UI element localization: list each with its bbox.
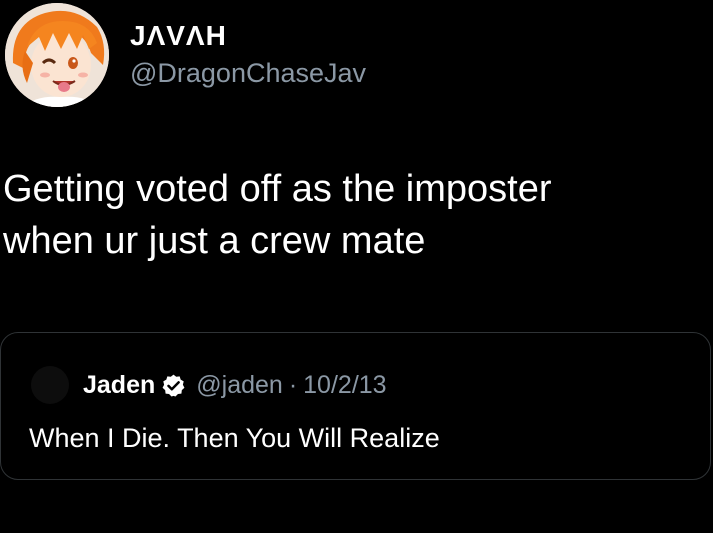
tweet: JΛVΛH @DragonChaseJav Getting voted off … [0,0,713,533]
tweet-text-line: when ur just a crew mate [3,220,426,262]
quoted-author-avatar[interactable] [31,366,69,404]
quoted-tweet-text: When I Die. Then You Will Realize [29,423,440,453]
quoted-author-handle[interactable]: @jaden [196,371,283,400]
quoted-tweet-date[interactable]: 10/2/13 [303,371,386,400]
author-handle[interactable]: @DragonChaseJav [130,56,366,90]
tweet-text: Getting voted off as the imposter when u… [3,163,703,267]
anime-character-avatar-icon [5,3,109,107]
separator-dot: · [288,370,298,399]
author-display-name[interactable]: JΛVΛH [130,19,227,53]
quoted-tweet-card[interactable]: Jaden @jaden · 10/2/13 When I Die. Then … [0,332,711,480]
author-avatar[interactable] [5,3,109,107]
tweet-text-line: Getting voted off as the imposter [3,168,552,210]
quoted-author-display-name[interactable]: Jaden [83,371,155,400]
verified-badge-icon [161,373,186,398]
quoted-tweet-header: Jaden @jaden · 10/2/13 [83,367,387,403]
